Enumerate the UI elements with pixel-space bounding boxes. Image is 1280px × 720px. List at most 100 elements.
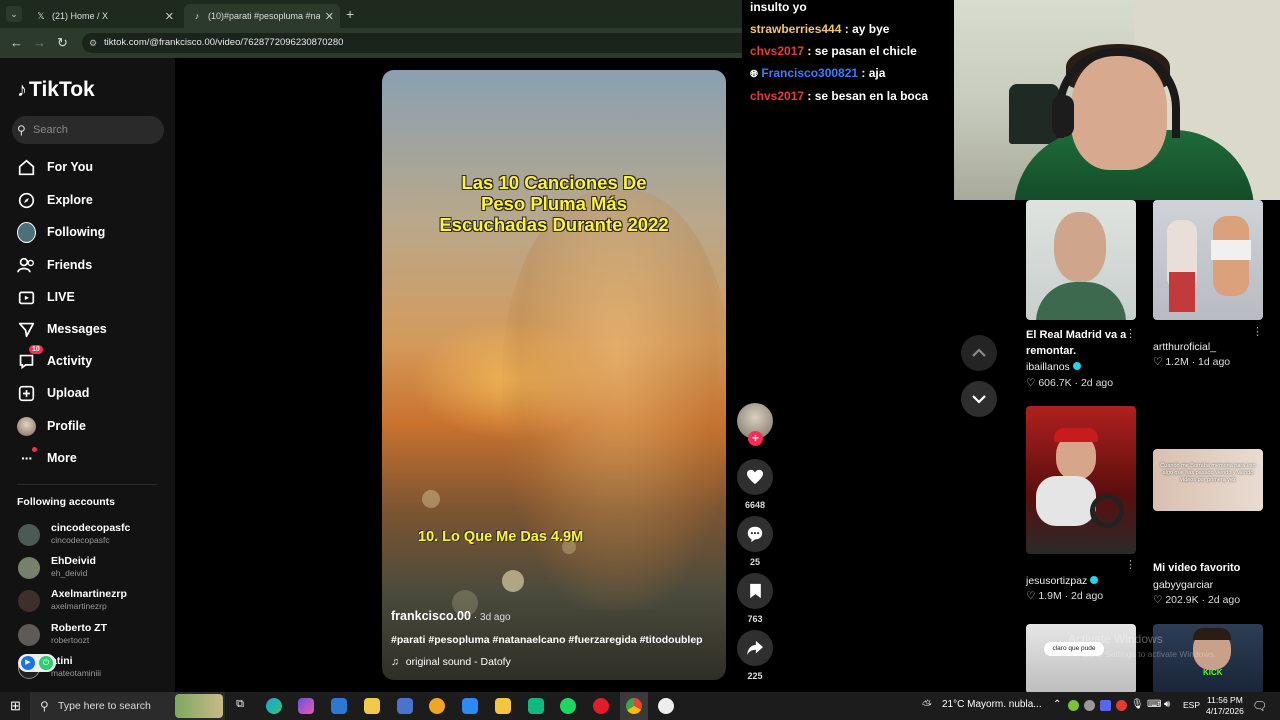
tab-search-button[interactable]: ⌄ bbox=[6, 6, 22, 22]
microphone-icon[interactable]: 🎙︎ bbox=[1131, 699, 1144, 710]
video-thumbnail[interactable] bbox=[1026, 200, 1136, 320]
tray-app-icon[interactable] bbox=[1084, 700, 1095, 711]
heart-outline-icon: ♡ bbox=[1026, 590, 1036, 602]
video-thumbnail[interactable] bbox=[1026, 406, 1136, 554]
card-user[interactable]: artthuroficial_ bbox=[1153, 341, 1216, 353]
app-icon[interactable] bbox=[528, 698, 544, 714]
back-icon[interactable]: ← bbox=[10, 35, 23, 50]
like-action[interactable]: 6648 bbox=[737, 459, 773, 510]
live-icon bbox=[17, 288, 36, 307]
taskbar-clock[interactable]: 11:56 PM 4/17/2026 bbox=[1206, 695, 1244, 717]
share-action[interactable]: 225 bbox=[737, 630, 773, 681]
app-icon[interactable] bbox=[462, 698, 478, 714]
url-input[interactable]: ⚙ tiktok.com/@frankcisco.00/video/762877… bbox=[82, 33, 742, 53]
site-info-icon[interactable]: ⚙ bbox=[89, 33, 97, 53]
card-user[interactable]: ibaillanos bbox=[1026, 361, 1081, 373]
more-options-icon[interactable]: ⋮ bbox=[1125, 558, 1136, 571]
notifications-icon[interactable]: 🗨︎ bbox=[1252, 699, 1267, 713]
video-thumbnail[interactable]: Cuando me Borraba memoria para eso algo … bbox=[1153, 449, 1263, 511]
vscode-icon[interactable] bbox=[397, 698, 413, 714]
chat-user: Francisco300821 bbox=[761, 66, 859, 80]
chevron-up-icon[interactable]: ⌃ bbox=[1053, 699, 1061, 710]
recording-tray-icon[interactable] bbox=[1116, 700, 1127, 711]
nav-explore[interactable]: Explore bbox=[17, 189, 167, 211]
forward-icon[interactable]: → bbox=[33, 35, 46, 50]
heart-icon[interactable] bbox=[737, 459, 773, 495]
edge-browser-icon[interactable] bbox=[266, 698, 282, 714]
video-author[interactable]: frankcisco.00 · 3d ago bbox=[391, 609, 511, 623]
share-icon[interactable] bbox=[737, 630, 773, 666]
windows-start-icon[interactable]: ⊞ bbox=[10, 698, 21, 714]
store-icon[interactable] bbox=[364, 698, 380, 714]
card-title[interactable]: El Real Madrid va a remontar. bbox=[1026, 327, 1126, 359]
file-explorer-icon[interactable] bbox=[495, 698, 511, 714]
video-hashtags[interactable]: #parati #pesopluma #natanaelcano #fuerza… bbox=[391, 634, 703, 646]
task-view-icon[interactable]: ⧉ bbox=[232, 698, 248, 714]
input-language[interactable]: ESP bbox=[1183, 700, 1200, 710]
chrome-active-icon[interactable] bbox=[620, 692, 648, 720]
nav-live[interactable]: LIVE bbox=[17, 286, 167, 308]
nav-activity[interactable]: 10 Activity bbox=[17, 345, 167, 372]
follow-plus-button[interactable]: + bbox=[748, 431, 763, 446]
account-name: EhDeivid bbox=[51, 555, 96, 567]
tray-app-icon[interactable] bbox=[1068, 700, 1079, 711]
next-video-button[interactable] bbox=[961, 381, 997, 417]
spotify-icon[interactable] bbox=[560, 698, 576, 714]
author-name[interactable]: frankcisco.00 bbox=[391, 609, 471, 623]
nav-messages[interactable]: Messages bbox=[17, 318, 167, 340]
nav-profile[interactable]: Profile bbox=[17, 415, 167, 437]
save-action[interactable]: 763 bbox=[737, 573, 773, 624]
mail-icon[interactable] bbox=[331, 698, 347, 714]
tab-tiktok-video[interactable]: ♪ (10)#parati #pesopluma #natan ✕ bbox=[184, 4, 340, 28]
activate-windows-subtitle: Go to Settings to activate Windows. bbox=[1082, 649, 1217, 659]
new-tab-button[interactable]: + bbox=[346, 6, 354, 22]
nav-upload[interactable]: Upload bbox=[17, 382, 167, 404]
discord-tray-icon[interactable] bbox=[1100, 700, 1111, 711]
close-tab-icon[interactable]: ✕ bbox=[325, 10, 334, 23]
nav-more[interactable]: ··· More bbox=[17, 447, 167, 469]
more-options-icon[interactable]: ⋮ bbox=[1125, 327, 1136, 340]
floating-extension-widget[interactable]: ▶ ⏻ bbox=[18, 654, 56, 672]
comment-icon[interactable] bbox=[737, 516, 773, 552]
tiktok-logo[interactable]: ♪ TikTok bbox=[17, 78, 95, 102]
video-thumbnail[interactable] bbox=[1153, 200, 1263, 320]
nav-for-you[interactable]: For You bbox=[17, 156, 167, 178]
steering-wheel-icon bbox=[1090, 494, 1124, 528]
video-bokeh bbox=[502, 570, 524, 592]
comment-action[interactable]: 25 bbox=[737, 516, 773, 567]
card-meta: ♡ 606.7K · 2d ago bbox=[1026, 377, 1114, 389]
chevron-up-icon bbox=[972, 348, 986, 357]
previous-video-button[interactable] bbox=[961, 335, 997, 371]
chrome-icon bbox=[626, 698, 642, 714]
nav-friends[interactable]: Friends bbox=[17, 254, 167, 276]
stream-chat-overlay: insulto yo strawberries444 : ay bye chvs… bbox=[742, 0, 954, 112]
following-account-item[interactable]: cincodecopasfc cincodecopasfc bbox=[18, 522, 168, 550]
taskbar-search-input[interactable]: ⚲ Type here to search bbox=[30, 692, 225, 720]
video-sound[interactable]: ♫ original sound - Datofy bbox=[391, 656, 511, 668]
following-account-item[interactable]: Axelmartinezrp axelmartinezrp bbox=[18, 588, 168, 616]
weather-text[interactable]: 21°C Mayorm. nubla... bbox=[942, 699, 1042, 710]
more-options-icon[interactable]: ⋮ bbox=[1252, 325, 1263, 338]
activate-windows-watermark: Activate Windows bbox=[1068, 632, 1163, 646]
card-ago: 1d ago bbox=[1198, 356, 1231, 368]
opera-icon[interactable] bbox=[593, 698, 609, 714]
card-username: jesusortizpaz bbox=[1026, 575, 1088, 587]
tab-x-home[interactable]: 𝕏 (21) Home / X ✕ bbox=[28, 4, 180, 28]
card-user[interactable]: gabyygarciar bbox=[1153, 579, 1213, 591]
card-title[interactable]: Mi video favorito bbox=[1153, 560, 1240, 576]
card-title-line: remontar. bbox=[1026, 345, 1077, 357]
network-icon[interactable]: ⌨︎ bbox=[1147, 699, 1161, 710]
nav-following[interactable]: Following bbox=[17, 221, 167, 243]
following-account-item[interactable]: Roberto ZT robertoozt bbox=[18, 622, 168, 650]
following-account-item[interactable]: EhDeivid eh_deivid bbox=[18, 555, 168, 583]
bookmark-icon[interactable] bbox=[737, 573, 773, 609]
obs-icon[interactable] bbox=[658, 698, 674, 714]
close-tab-icon[interactable]: ✕ bbox=[165, 10, 174, 23]
reload-icon[interactable]: ↻ bbox=[57, 35, 68, 51]
card-user[interactable]: jesusortizpaz bbox=[1026, 575, 1099, 587]
volume-icon[interactable]: 🔊︎ bbox=[1164, 699, 1170, 710]
search-input[interactable]: ⚲ Search bbox=[12, 116, 164, 144]
app-icon[interactable] bbox=[429, 698, 445, 714]
copilot-icon[interactable] bbox=[298, 698, 314, 714]
video-player[interactable]: Las 10 Canciones De Peso Pluma Más Escuc… bbox=[382, 70, 726, 680]
